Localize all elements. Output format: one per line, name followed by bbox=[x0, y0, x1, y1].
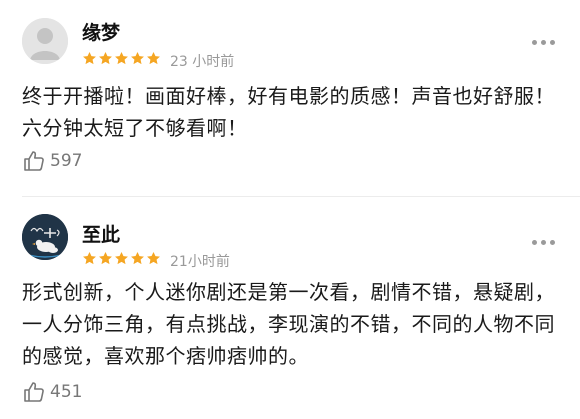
star-icon bbox=[131, 251, 144, 265]
star-icon bbox=[83, 51, 96, 65]
avatar[interactable] bbox=[22, 214, 68, 260]
star-icon bbox=[99, 51, 112, 65]
like-button[interactable]: 597 bbox=[22, 149, 82, 173]
more-dot-icon bbox=[550, 40, 555, 45]
star-icon bbox=[115, 51, 128, 65]
default-avatar-icon bbox=[22, 18, 68, 64]
more-options-button[interactable] bbox=[532, 240, 555, 245]
thumbs-up-icon bbox=[24, 151, 44, 171]
star-icon bbox=[99, 251, 112, 265]
star-icon bbox=[131, 51, 144, 65]
more-options-button[interactable] bbox=[532, 40, 555, 45]
star-icon bbox=[147, 51, 160, 65]
comment-time: 21小时前 bbox=[170, 254, 230, 270]
more-dot-icon bbox=[541, 240, 546, 245]
thumbs-up-icon bbox=[24, 382, 44, 402]
rating-stars bbox=[82, 51, 161, 66]
star-icon bbox=[147, 251, 160, 265]
comment-time: 23 小时前 bbox=[170, 54, 235, 70]
avatar[interactable] bbox=[22, 18, 68, 64]
star-icon bbox=[115, 251, 128, 265]
like-count: 451 bbox=[50, 382, 83, 402]
like-count: 597 bbox=[50, 151, 83, 171]
comment-text: 形式创新，个人迷你剧还是第一次看，剧情不错，悬疑剧，一人分饰三角，有点挑战，李现… bbox=[22, 280, 555, 368]
user-name[interactable]: 至此 bbox=[82, 220, 120, 247]
rating-stars bbox=[82, 251, 161, 266]
comment-text: 终于开播啦！画面好棒，好有电影的质感！声音也好舒服！六分钟太短了不够看啊！ bbox=[22, 84, 555, 140]
star-icon bbox=[83, 251, 96, 265]
comment-item: 缘梦 23 小时前 终于开播啦！画面好棒，好有电影的质感！声音也好舒服！六分钟太… bbox=[0, 0, 580, 196]
more-dot-icon bbox=[550, 240, 555, 245]
like-button[interactable]: 451 bbox=[22, 380, 82, 404]
duck-avatar-icon bbox=[22, 214, 68, 260]
comment-item: 至此 21小时前 形式创新，个人迷你剧还是第一次看，剧情不错，悬疑剧，一人分饰三… bbox=[0, 197, 580, 419]
user-name[interactable]: 缘梦 bbox=[82, 18, 120, 45]
more-dot-icon bbox=[532, 40, 537, 45]
more-dot-icon bbox=[541, 40, 546, 45]
more-dot-icon bbox=[532, 240, 537, 245]
